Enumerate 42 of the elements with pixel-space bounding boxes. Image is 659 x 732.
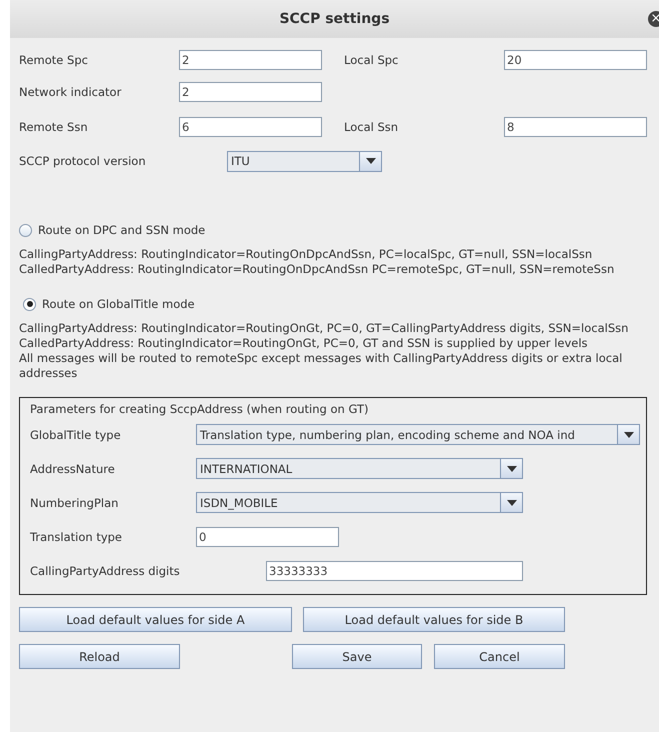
field-label: CallingPartyAddress digits bbox=[30, 564, 181, 578]
radio-button[interactable] bbox=[23, 298, 36, 310]
input-field[interactable]: 20 bbox=[504, 50, 647, 70]
dropdown[interactable]: Translation type, numbering plan, encoding scheme and NOA ind bbox=[196, 424, 640, 445]
caret-icon bbox=[624, 432, 634, 438]
description-text: CallingPartyAddress: RoutingIndicator=RoutingOnGt, PC=0, GT=CallingPartyAddress digits, SSN=localSsn bbox=[19, 321, 630, 336]
description-text: CalledPartyAddress: RoutingIndicator=RoutingOnDpcAndSsn PC=remoteSpc, GT=null, SSN=remoteSsn bbox=[19, 262, 616, 277]
field-label: Remote Ssn bbox=[19, 120, 89, 134]
radio-label: Route on DPC and SSN mode bbox=[38, 223, 206, 237]
input-field[interactable]: 2 bbox=[179, 82, 322, 102]
description-text: All messages will be routed to remoteSpc except messages with CallingPartyAddress digits or extra local addresses bbox=[19, 351, 624, 381]
window-title: SCCP settings bbox=[279, 11, 390, 27]
input-field[interactable]: 2 bbox=[179, 50, 322, 70]
description-text: CallingPartyAddress: RoutingIndicator=RoutingOnDpcAndSsn, PC=localSpc, GT=null, SSN=localSsn bbox=[19, 247, 594, 262]
field-label: Local Spc bbox=[344, 53, 400, 67]
field-label: GlobalTitle type bbox=[30, 428, 122, 442]
dropdown[interactable]: ISDN_MOBILE bbox=[196, 492, 523, 513]
caret-icon bbox=[366, 158, 376, 164]
reload-button[interactable]: Reload bbox=[19, 644, 180, 669]
input-field[interactable]: 33333333 bbox=[266, 560, 523, 580]
radio-button[interactable] bbox=[19, 224, 32, 236]
load-defaults-button[interactable]: Load default values for side B bbox=[303, 607, 565, 632]
radio-label: Route on GlobalTitle mode bbox=[42, 297, 195, 311]
input-field[interactable]: 8 bbox=[504, 117, 647, 137]
field-label: AddressNature bbox=[30, 462, 116, 476]
field-label: NumberingPlan bbox=[30, 496, 120, 510]
field-label: Local Ssn bbox=[344, 120, 400, 134]
description-text: CalledPartyAddress: RoutingIndicator=RoutingOnGt, PC=0, GT and SSN is supplied by upper levels bbox=[19, 336, 589, 351]
field-label: Translation type bbox=[30, 530, 124, 544]
field-label: Remote Spc bbox=[19, 53, 89, 67]
save-button[interactable]: Save bbox=[292, 644, 422, 669]
load-defaults-button[interactable]: Load default values for side A bbox=[19, 607, 292, 632]
dropdown[interactable]: INTERNATIONAL bbox=[196, 458, 523, 479]
input-field[interactable]: 0 bbox=[196, 526, 339, 546]
caret-icon bbox=[506, 500, 516, 506]
cancel-button[interactable]: Cancel bbox=[434, 644, 565, 669]
dropdown[interactable]: ITU bbox=[227, 150, 382, 172]
caret-icon bbox=[506, 466, 516, 472]
input-field[interactable]: 6 bbox=[179, 117, 322, 137]
field-label: SCCP protocol version bbox=[19, 154, 147, 168]
field-label: Network indicator bbox=[19, 85, 122, 99]
group-title: Parameters for creating SccpAddress (when routing on GT) bbox=[30, 402, 370, 416]
